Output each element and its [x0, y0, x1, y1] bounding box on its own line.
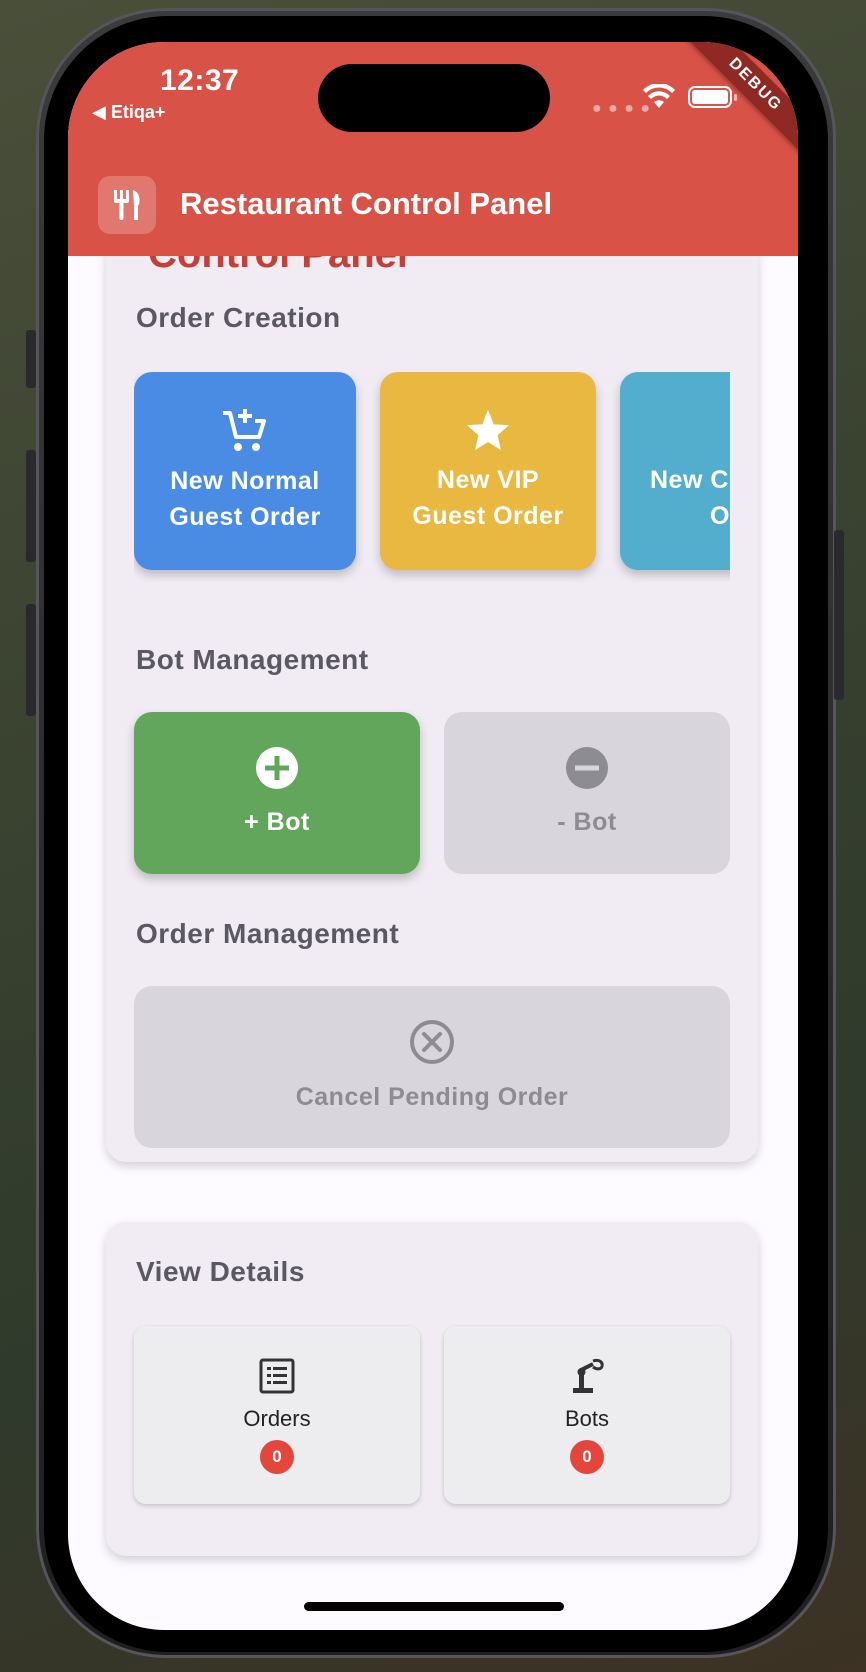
- volume-down-button: [26, 604, 36, 716]
- remove-bot-button[interactable]: - Bot: [444, 712, 730, 874]
- new-other-order-button[interactable]: New C O: [620, 372, 730, 570]
- new-other-order-line2: O: [710, 502, 730, 530]
- new-vip-order-line2: Guest Order: [412, 502, 564, 530]
- new-normal-order-button[interactable]: New Normal Guest Order: [134, 372, 356, 570]
- battery-icon: [688, 86, 737, 108]
- cancel-icon: [410, 1020, 454, 1064]
- back-to-app-link[interactable]: ◀ Etiqa+: [92, 102, 165, 123]
- order-creation-title: Order Creation: [136, 302, 341, 333]
- view-details-title: View Details: [136, 1256, 305, 1287]
- new-normal-order-line1: New Normal: [170, 467, 320, 495]
- add-cart-icon: [223, 409, 266, 451]
- orders-count-badge: 0: [260, 1440, 294, 1474]
- add-bot-label: + Bot: [244, 808, 310, 836]
- app-title: Restaurant Control Panel: [180, 186, 553, 221]
- home-indicator[interactable]: [304, 1602, 564, 1611]
- control-panel-heading: Control Panel: [148, 256, 408, 277]
- power-button: [834, 530, 844, 700]
- robot-arm-icon: [573, 1358, 604, 1393]
- bots-details-button[interactable]: Bots 0: [444, 1326, 730, 1504]
- add-bot-button[interactable]: + Bot: [134, 712, 420, 874]
- cancel-pending-order-button[interactable]: Cancel Pending Order: [134, 986, 730, 1148]
- scroll-content[interactable]: Control Panel Order Creation New Normal …: [68, 256, 798, 1630]
- partial-icon: [720, 408, 730, 452]
- view-details-card: View Details Orders 0 Bots 0: [106, 1222, 758, 1556]
- volume-up-button: [26, 450, 36, 562]
- restaurant-utensils-icon: [98, 176, 156, 234]
- order-creation-row: New Normal Guest Order New VIP Guest Ord…: [134, 372, 730, 582]
- star-icon: [466, 409, 510, 451]
- orders-details-button[interactable]: Orders 0: [134, 1326, 420, 1504]
- dynamic-island: [318, 64, 550, 132]
- silent-switch: [26, 330, 36, 388]
- new-vip-order-button[interactable]: New VIP Guest Order: [380, 372, 596, 570]
- list-icon: [259, 1358, 295, 1394]
- bots-label: Bots: [564, 1406, 610, 1431]
- app-bar: 12:37 ◀ Etiqa+ ● ● ● ● DEBUG Restaurant …: [68, 42, 798, 256]
- phone-screen: 12:37 ◀ Etiqa+ ● ● ● ● DEBUG Restaurant …: [68, 42, 798, 1630]
- remove-circle-icon: [566, 747, 608, 789]
- new-other-order-line1: New C: [650, 466, 729, 494]
- bots-count-badge: 0: [570, 1440, 604, 1474]
- order-management-title: Order Management: [136, 918, 400, 949]
- orders-label: Orders: [243, 1406, 311, 1431]
- new-normal-order-line2: Guest Order: [169, 503, 321, 531]
- new-vip-order-line1: New VIP: [436, 466, 540, 494]
- add-circle-icon: [256, 747, 298, 789]
- bot-management-title: Bot Management: [136, 644, 369, 675]
- control-panel-card: Control Panel Order Creation New Normal …: [106, 256, 758, 1162]
- remove-bot-label: - Bot: [557, 808, 617, 836]
- cancel-pending-order-label: Cancel Pending Order: [295, 1083, 569, 1111]
- wifi-icon: [643, 84, 675, 108]
- status-time: 12:37: [160, 64, 240, 97]
